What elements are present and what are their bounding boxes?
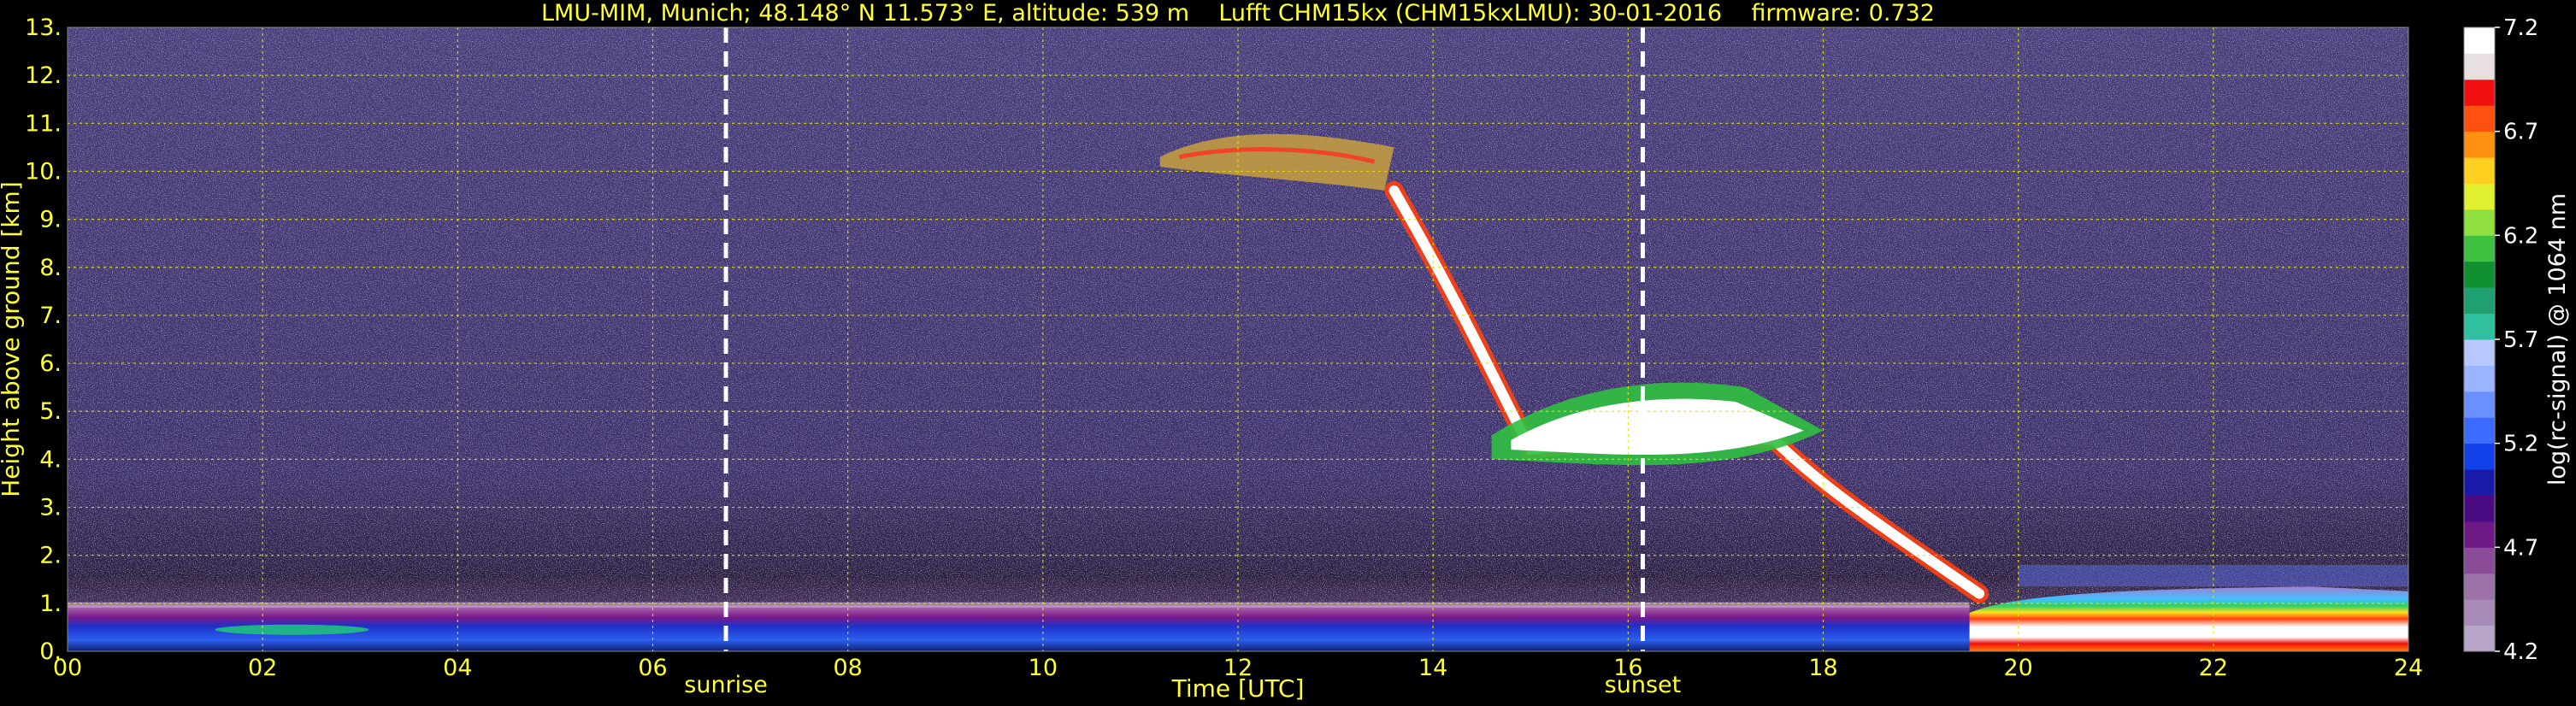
x-tick-label: 10 <box>1029 655 1058 681</box>
colorbar-segment <box>2464 417 2495 444</box>
colorbar-segment <box>2464 599 2495 627</box>
x-tick-label: 06 <box>638 655 667 681</box>
colorbar-segment <box>2464 157 2495 184</box>
colorbar-segment <box>2464 625 2495 652</box>
event-label: sunrise <box>684 672 768 698</box>
colorbar-segment <box>2464 443 2495 470</box>
colorbar-segment <box>2464 209 2495 236</box>
colorbar-tick-label: 4.2 <box>2503 639 2538 665</box>
colorbar-tick-label: 4.7 <box>2503 535 2538 561</box>
colorbar-segment <box>2464 131 2495 158</box>
colorbar-segment <box>2464 261 2495 288</box>
y-tick-label: 4. <box>39 446 62 473</box>
y-tick-label: 8. <box>39 255 62 281</box>
colorbar-segment <box>2464 469 2495 496</box>
x-tick-label: 22 <box>2199 655 2228 681</box>
y-tick-label: 3. <box>39 495 62 521</box>
x-tick-label: 02 <box>248 655 277 681</box>
y-tick-label: 6. <box>39 350 62 377</box>
colorbar-segment <box>2464 547 2495 574</box>
near-ground-aerosol <box>215 624 369 635</box>
x-tick-label: 24 <box>2394 655 2423 681</box>
colorbar-tick-label: 7.2 <box>2503 15 2538 41</box>
colorbar-segment <box>2464 573 2495 600</box>
y-tick-label: 12. <box>25 62 62 89</box>
y-tick-label: 5. <box>39 398 62 425</box>
colorbar-segment <box>2464 105 2495 132</box>
y-tick-label: 13. <box>25 15 62 41</box>
colorbar: 7.2 6.7 6.2 5.7 5.2 4.7 4.2 <box>2463 15 2538 665</box>
x-axis-label: Time [UTC] <box>1171 674 1305 703</box>
y-tick-label: 11. <box>25 110 62 137</box>
plot-area <box>68 27 2408 651</box>
colorbar-tick-label: 5.7 <box>2503 327 2538 353</box>
x-tick-label: 14 <box>1418 655 1447 681</box>
colorbar-segment <box>2464 339 2495 366</box>
chart-title: LMU-MIM, Munich; 48.148° N 11.573° E, al… <box>541 0 1935 26</box>
y-tick-label: 0. <box>39 638 62 665</box>
colorbar-segment <box>2464 495 2495 522</box>
x-tick-label: 04 <box>443 655 472 681</box>
colorbar-segment <box>2464 235 2495 262</box>
y-tick-label: 2. <box>39 543 62 569</box>
colorbar-segment <box>2464 79 2495 106</box>
y-tick-label: 9. <box>39 207 62 233</box>
colorbar-segment <box>2464 365 2495 392</box>
y-axis-label: Height above ground [km] <box>0 181 25 497</box>
event-label: sunset <box>1605 672 1682 698</box>
colorbar-tick-label: 6.2 <box>2503 223 2538 249</box>
x-tick-label: 20 <box>2003 655 2032 681</box>
colorbar-tick-label: 5.2 <box>2503 432 2538 457</box>
colorbar-tick-label: 6.7 <box>2503 120 2538 145</box>
colorbar-segment <box>2464 287 2495 315</box>
colorbar-segment <box>2464 391 2495 418</box>
colorbar-label: log(rc-signal) @ 1064 nm <box>2544 193 2571 485</box>
ceilometer-chart: 00 02 04 06 08 10 12 14 16 18 20 22 24 0.1.2.3.4.5.6… <box>0 0 2571 703</box>
y-tick-labels: 0. 1. 2. 3. 4. 5. 6. 7. 8. 9. 10. 11. 12. 13. <box>25 15 62 665</box>
colorbar-segment <box>2464 27 2495 54</box>
colorbar-segment <box>2464 53 2495 80</box>
x-tick-label: 08 <box>833 655 862 681</box>
y-tick-label: 1. <box>39 591 62 617</box>
colorbar-segment <box>2464 183 2495 210</box>
y-tick-label: 10. <box>25 158 62 185</box>
y-tick-label: 7. <box>39 303 62 329</box>
colorbar-segment <box>2464 313 2495 340</box>
x-tick-label: 18 <box>1808 655 1837 681</box>
colorbar-segment <box>2464 521 2495 548</box>
